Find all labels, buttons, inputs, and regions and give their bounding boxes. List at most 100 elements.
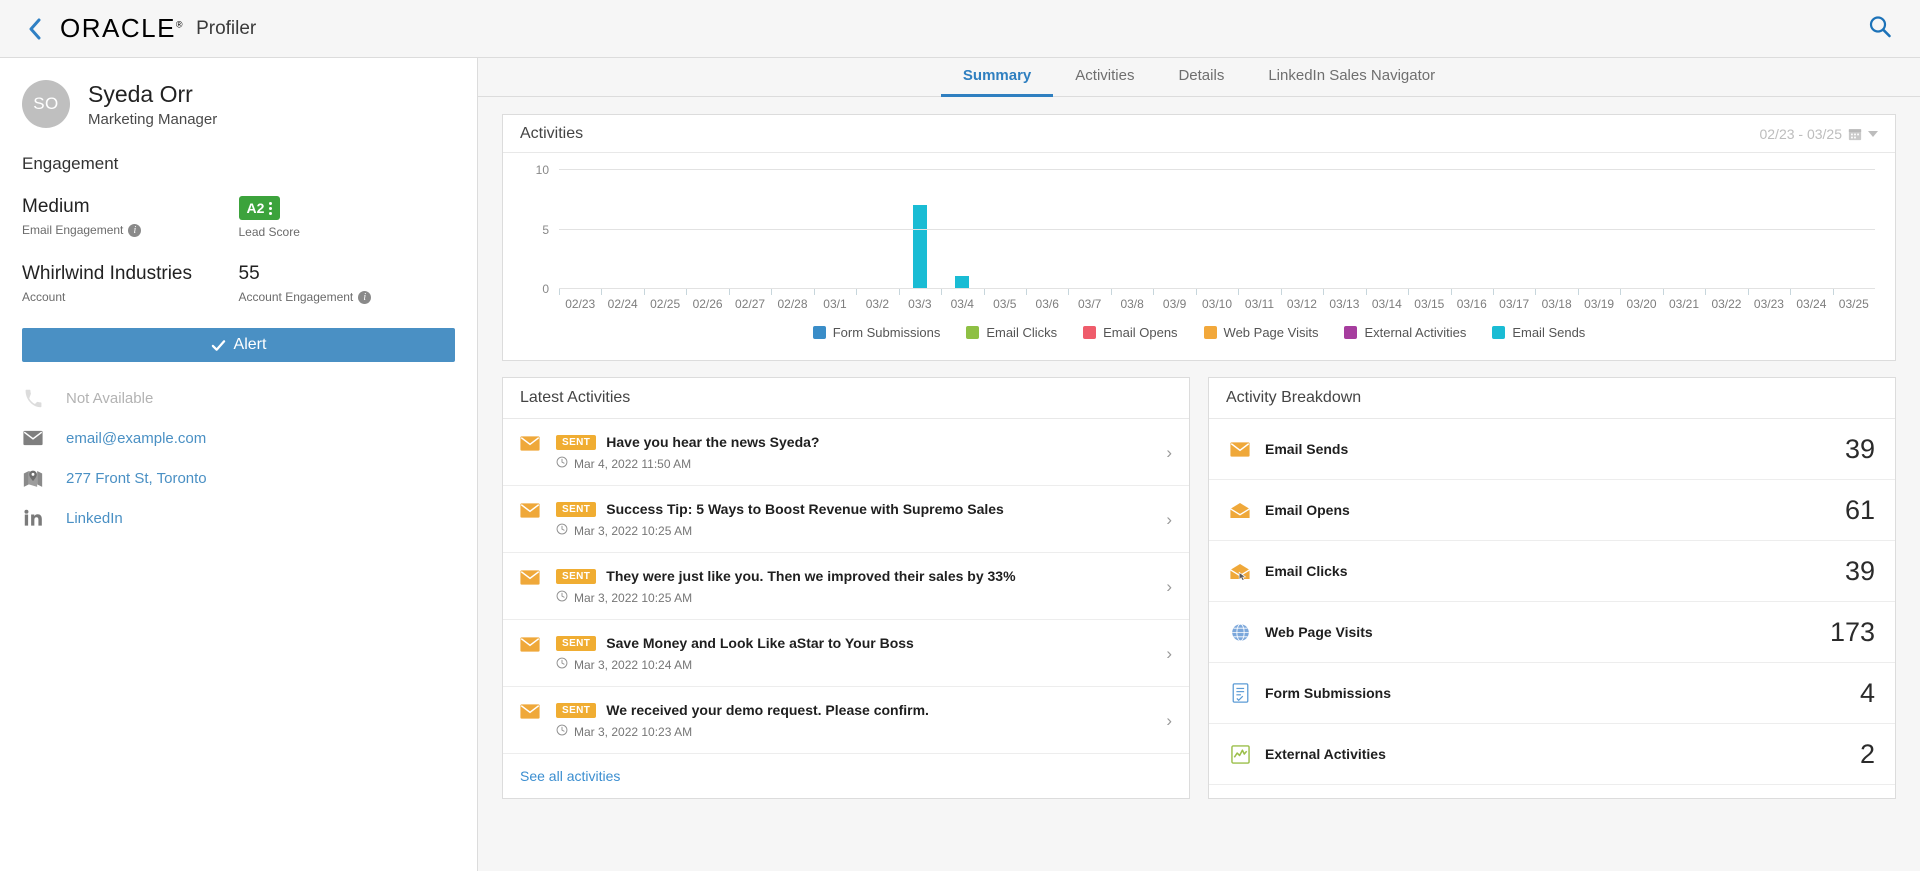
oracle-logo: ORACLE®	[60, 13, 185, 43]
chart-legend-item[interactable]: Web Page Visits	[1203, 325, 1319, 340]
chart-x-tick-label: 02/25	[643, 289, 686, 311]
tab-details[interactable]: Details	[1156, 58, 1246, 97]
tab-linkedin-sales-navigator[interactable]: LinkedIn Sales Navigator	[1246, 58, 1457, 97]
chevron-right-icon[interactable]: ›	[1166, 711, 1172, 731]
chart-x-tick-label: 03/3	[898, 289, 941, 311]
chart-gridline: 5	[542, 223, 1875, 237]
clock-icon	[556, 456, 568, 471]
legend-label: Web Page Visits	[1223, 325, 1319, 340]
contact-email-value[interactable]: email@example.com	[66, 430, 206, 447]
contact-row-email[interactable]: email@example.com	[22, 418, 455, 458]
status-badge: SENT	[556, 702, 597, 718]
profile-summary: SO Syeda Orr Marketing Manager	[22, 80, 455, 128]
tab-summary[interactable]: Summary	[940, 58, 1054, 97]
form-document-icon	[1229, 683, 1251, 703]
info-icon[interactable]: i	[128, 223, 142, 237]
chart-x-tick-label: 02/24	[601, 289, 643, 311]
chart-bar[interactable]	[955, 276, 970, 288]
chevron-right-icon[interactable]: ›	[1166, 443, 1172, 463]
alert-button[interactable]: Alert	[22, 328, 455, 362]
chart-x-tick-label: 03/6	[1025, 289, 1068, 311]
account-engagement-value: 55	[238, 263, 260, 284]
chart-x-tick-label: 02/28	[771, 289, 813, 311]
contact-details-list: Not Available email@example.com 277 Fron…	[22, 378, 455, 538]
chart-x-tick-label: 03/19	[1577, 289, 1620, 311]
profile-sidebar: SO Syeda Orr Marketing Manager Engagemen…	[0, 58, 478, 871]
legend-swatch	[1083, 326, 1097, 339]
activity-breakdown-list: Email Sends 39 Email Opens 61 Email Clicks 39…	[1209, 419, 1895, 785]
contact-row-address[interactable]: 277 Front St, Toronto	[22, 458, 455, 498]
contact-row-linkedin[interactable]: LinkedIn	[22, 498, 455, 538]
chart-x-tick-label: 03/10	[1195, 289, 1238, 311]
chevron-right-icon[interactable]: ›	[1166, 510, 1172, 530]
chart-x-tick-label: 03/21	[1662, 289, 1705, 311]
activity-body: SENT Have you hear the news Syeda? Mar 4, …	[542, 434, 1166, 471]
app-title: Profiler	[196, 17, 257, 39]
lead-score-label-row: Lead Score	[239, 225, 456, 239]
activity-timestamp: Mar 4, 2022 11:50 AM	[556, 456, 1166, 471]
date-range-value: 02/23 - 03/25	[1759, 125, 1842, 142]
kebab-menu-icon[interactable]	[269, 201, 273, 215]
contact-linkedin-value[interactable]: LinkedIn	[66, 510, 123, 527]
activity-list-item[interactable]: SENT Success Tip: 5 Ways to Boost Revenue…	[503, 486, 1189, 553]
activity-list-item[interactable]: SENT We received your demo request. Pleas…	[503, 687, 1189, 754]
status-badge: SENT	[556, 635, 597, 651]
status-badge: SENT	[556, 501, 597, 517]
legend-label: Email Opens	[1103, 325, 1178, 340]
see-all-activities-link[interactable]: See all activities	[503, 754, 1189, 798]
chevron-right-icon[interactable]: ›	[1166, 644, 1172, 664]
breakdown-label: Web Page Visits	[1265, 624, 1373, 640]
chart-x-tick-label: 03/14	[1365, 289, 1408, 311]
activity-breakdown-row: External Activities 2	[1209, 724, 1895, 785]
chart-x-tick-label: 03/8	[1110, 289, 1153, 311]
activity-body: SENT Save Money and Look Like aStar to Yo…	[542, 635, 1166, 672]
chart-x-tick-label: 03/1	[813, 289, 856, 311]
activity-title-line: SENT Have you hear the news Syeda?	[556, 434, 1166, 450]
chart-legend-item[interactable]: Email Opens	[1083, 325, 1178, 340]
breakdown-label: Email Opens	[1265, 502, 1350, 518]
lead-score-badge[interactable]: A2	[238, 196, 281, 220]
chart-x-tick-label: 02/26	[686, 289, 728, 311]
chart-x-tick-label: 03/18	[1535, 289, 1577, 311]
account-label-row: Account	[22, 290, 239, 304]
contact-address-value[interactable]: 277 Front St, Toronto	[66, 470, 207, 487]
activity-breakdown-row: Email Clicks 39	[1209, 541, 1895, 602]
date-range-selector[interactable]: 02/23 - 03/25	[1759, 126, 1878, 142]
activity-list-item[interactable]: SENT They were just like you. Then we imp…	[503, 553, 1189, 620]
account-engagement-label: Account Engagement	[238, 290, 354, 304]
chart-legend-item[interactable]: External Activities	[1344, 325, 1466, 340]
info-icon[interactable]: i	[358, 290, 372, 304]
chart-legend-item[interactable]: Email Sends	[1492, 325, 1585, 340]
status-badge: SENT	[556, 434, 597, 450]
legend-swatch	[1492, 326, 1506, 339]
breakdown-label: External Activities	[1265, 746, 1386, 762]
activity-breakdown-row: Email Opens 61	[1209, 480, 1895, 541]
chart-legend-item[interactable]: Email Clicks	[966, 325, 1057, 340]
tab-activities[interactable]: Activities	[1053, 58, 1156, 97]
chart-legend-item[interactable]: Form Submissions	[812, 325, 940, 340]
envelope-icon	[520, 704, 542, 724]
activity-time-text: Mar 3, 2022 10:25 AM	[574, 590, 693, 605]
activity-list-item[interactable]: SENT Save Money and Look Like aStar to Yo…	[503, 620, 1189, 687]
activity-title: Success Tip: 5 Ways to Boost Revenue wit…	[606, 501, 1004, 517]
clock-icon	[556, 523, 568, 538]
activity-title: Save Money and Look Like aStar to Your B…	[606, 635, 914, 651]
back-chevron-icon[interactable]	[24, 16, 46, 42]
activity-time-text: Mar 3, 2022 10:25 AM	[574, 523, 693, 538]
chart-legend: Form Submissions Email Clicks Email Opens W…	[523, 311, 1875, 354]
chart-x-tick-label: 03/23	[1747, 289, 1790, 311]
chart-plot-area: 0 5 10	[536, 163, 1875, 296]
envelope-icon	[520, 637, 542, 657]
activity-list-item[interactable]: SENT Have you hear the news Syeda? Mar 4, …	[503, 419, 1189, 486]
activity-body: SENT Success Tip: 5 Ways to Boost Revenue…	[542, 501, 1166, 538]
chart-x-tick-label: 02/23	[559, 289, 601, 311]
search-icon[interactable]	[1868, 14, 1892, 43]
legend-swatch	[812, 326, 826, 339]
contact-job-title: Marketing Manager	[88, 110, 218, 128]
legend-swatch	[966, 326, 980, 339]
chart-bar[interactable]	[912, 204, 927, 288]
activity-title: They were just like you. Then we improve…	[606, 568, 1016, 584]
breakdown-label: Email Clicks	[1265, 563, 1348, 579]
chart-x-tick-label: 02/27	[728, 289, 771, 311]
chevron-right-icon[interactable]: ›	[1166, 577, 1172, 597]
